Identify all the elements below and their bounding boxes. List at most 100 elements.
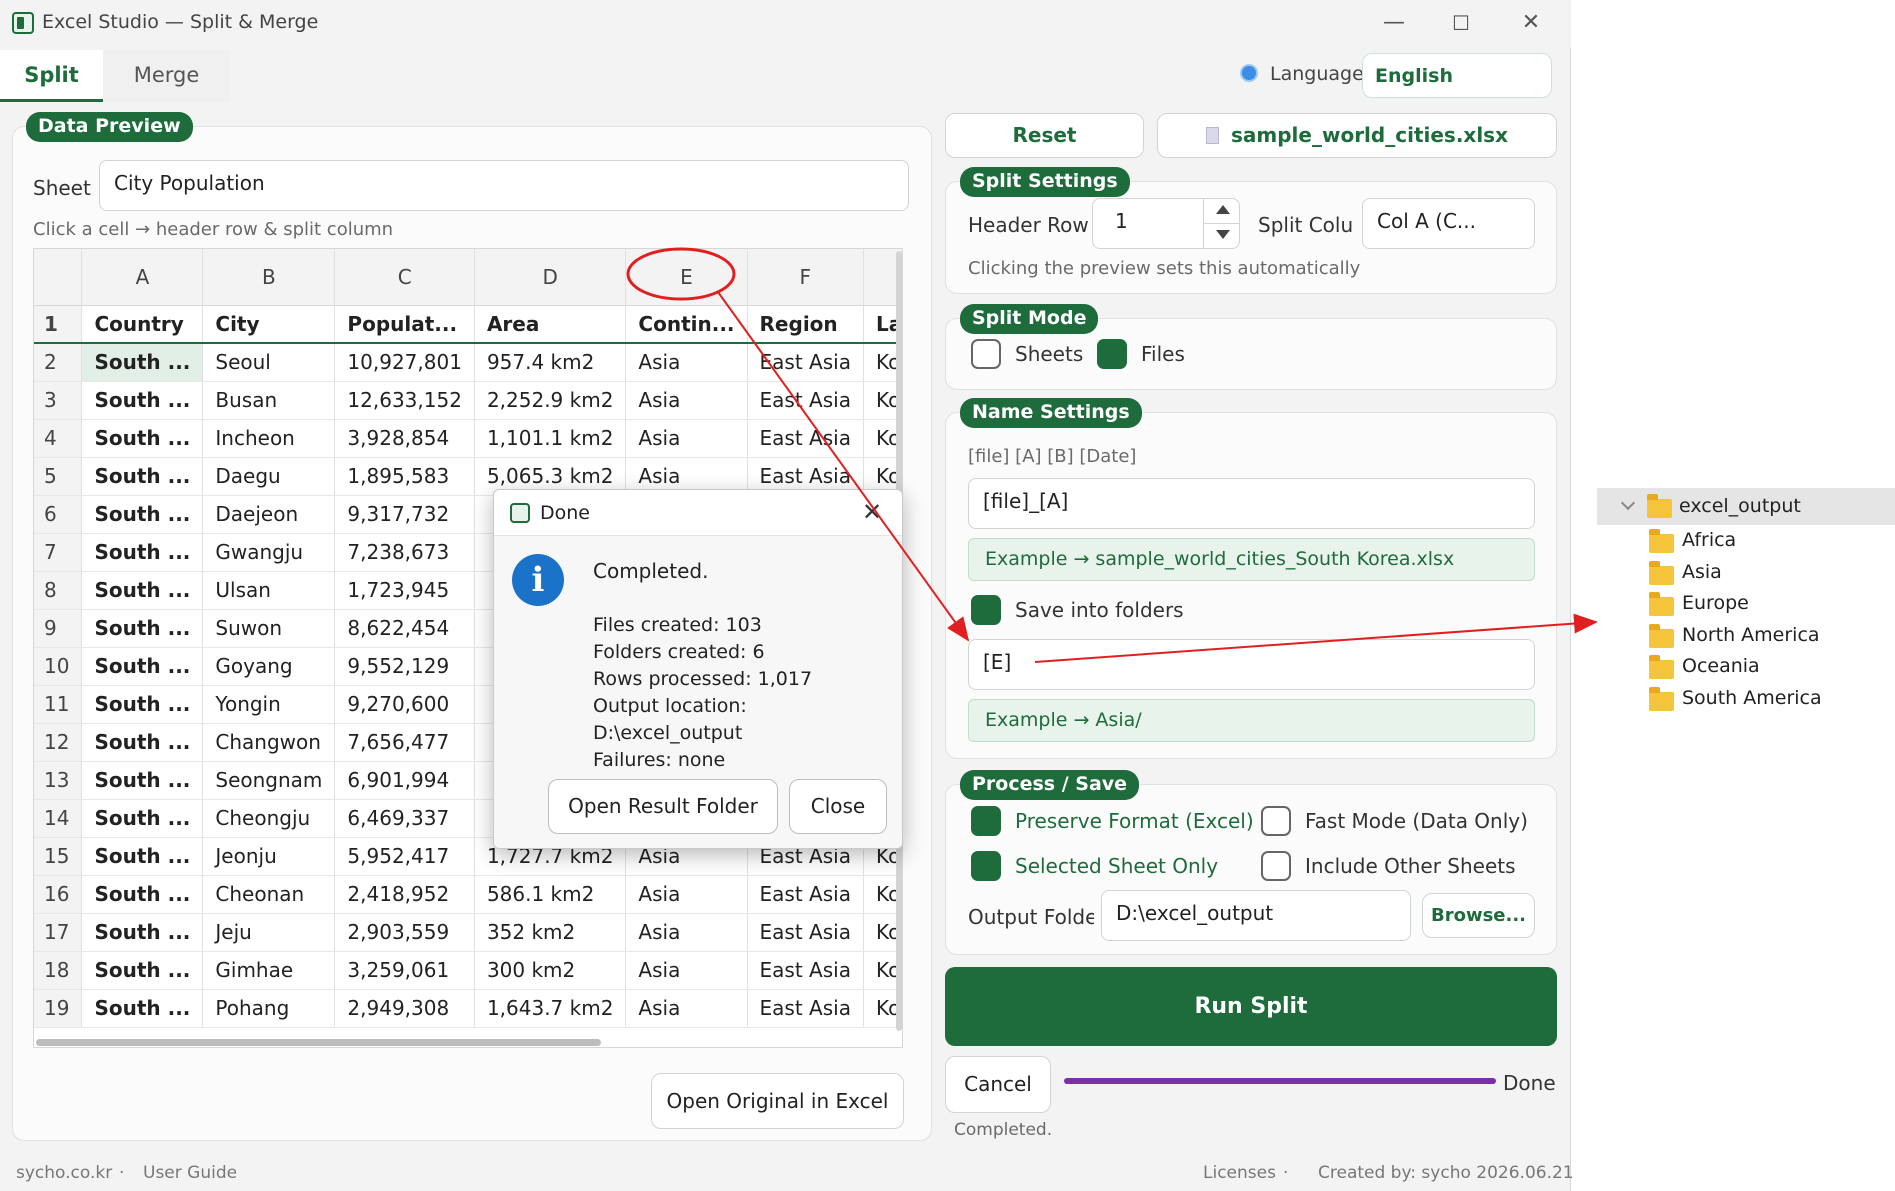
table-cell[interactable]: Seongnam bbox=[202, 761, 336, 800]
explorer-folder-item[interactable]: Africa bbox=[1597, 525, 1895, 556]
table-cell[interactable]: South ... bbox=[81, 609, 204, 648]
table-cell[interactable]: Asia bbox=[625, 951, 748, 990]
sheet-select[interactable]: City Population bbox=[99, 160, 909, 211]
table-cell[interactable]: 6,901,994 bbox=[334, 761, 475, 800]
column-header[interactable]: A bbox=[81, 249, 204, 306]
save-into-folders-checkbox[interactable] bbox=[971, 595, 1001, 625]
table-cell[interactable]: South ... bbox=[81, 761, 204, 800]
row-number[interactable]: 16 bbox=[34, 875, 83, 914]
file-name-pattern-input[interactable]: [file]_[A] bbox=[968, 478, 1535, 529]
explorer-folder-item[interactable]: South America bbox=[1597, 683, 1895, 714]
table-cell[interactable]: Busan bbox=[202, 381, 336, 420]
table-cell[interactable]: Changwon bbox=[202, 723, 336, 762]
table-cell[interactable]: 1,643.7 km2 bbox=[474, 989, 627, 1028]
header-cell[interactable]: City bbox=[202, 305, 336, 344]
row-number[interactable]: 14 bbox=[34, 799, 83, 838]
table-cell[interactable]: 957.4 km2 bbox=[474, 343, 627, 382]
table-cell[interactable]: 2,903,559 bbox=[334, 913, 475, 952]
table-cell[interactable]: Jeonju bbox=[202, 837, 336, 876]
table-cell[interactable]: South ... bbox=[81, 647, 204, 686]
cancel-button[interactable]: Cancel bbox=[945, 1056, 1051, 1113]
table-cell[interactable]: Cheonan bbox=[202, 875, 336, 914]
table-cell[interactable]: Asia bbox=[625, 913, 748, 952]
maximize-icon[interactable]: ☐ bbox=[1441, 8, 1481, 38]
row-number[interactable]: 8 bbox=[34, 571, 83, 610]
header-cell[interactable]: Area bbox=[474, 305, 627, 344]
run-split-button[interactable]: Run Split bbox=[945, 967, 1557, 1046]
table-cell[interactable]: Asia bbox=[625, 875, 748, 914]
explorer-folder-item[interactable]: Oceania bbox=[1597, 651, 1895, 682]
table-cell[interactable]: Asia bbox=[625, 989, 748, 1028]
row-number[interactable]: 17 bbox=[34, 913, 83, 952]
table-cell[interactable]: 1,101.1 km2 bbox=[474, 419, 627, 458]
tab-split[interactable]: Split bbox=[0, 50, 103, 102]
explorer-root-row[interactable]: excel_output bbox=[1597, 488, 1895, 525]
table-cell[interactable]: 1,895,583 bbox=[334, 457, 475, 496]
fast-mode-checkbox[interactable] bbox=[1261, 806, 1291, 836]
table-cell[interactable]: 2,949,308 bbox=[334, 989, 475, 1028]
table-cell[interactable]: South ... bbox=[81, 533, 204, 572]
table-cell[interactable]: South ... bbox=[81, 723, 204, 762]
table-cell[interactable]: Ulsan bbox=[202, 571, 336, 610]
table-cell[interactable]: South ... bbox=[81, 495, 204, 534]
table-cell[interactable]: South ... bbox=[81, 457, 204, 496]
row-number[interactable]: 4 bbox=[34, 419, 83, 458]
table-cell[interactable]: 9,270,600 bbox=[334, 685, 475, 724]
table-cell[interactable]: Suwon bbox=[202, 609, 336, 648]
table-cell[interactable]: Daegu bbox=[202, 457, 336, 496]
table-cell[interactable]: South ... bbox=[81, 989, 204, 1028]
table-cell[interactable]: 3,259,061 bbox=[334, 951, 475, 990]
open-result-folder-button[interactable]: Open Result Folder bbox=[548, 779, 778, 834]
column-header[interactable]: D bbox=[474, 249, 627, 306]
folder-pattern-input[interactable]: [E] bbox=[968, 639, 1535, 690]
table-cell[interactable]: Goyang bbox=[202, 647, 336, 686]
stepper-up-icon[interactable] bbox=[1216, 205, 1230, 214]
chevron-down-icon[interactable] bbox=[1620, 495, 1636, 511]
header-cell[interactable]: Region bbox=[747, 305, 864, 344]
preserve-format-checkbox[interactable] bbox=[971, 806, 1001, 836]
table-cell[interactable]: East Asia bbox=[747, 989, 864, 1028]
table-cell[interactable]: South ... bbox=[81, 799, 204, 838]
table-cell[interactable]: South ... bbox=[81, 875, 204, 914]
dialog-close-button[interactable]: Close bbox=[789, 779, 887, 834]
files-checkbox[interactable] bbox=[1097, 339, 1127, 369]
table-cell[interactable]: Yongin bbox=[202, 685, 336, 724]
table-cell[interactable]: 9,552,129 bbox=[334, 647, 475, 686]
row-number[interactable]: 15 bbox=[34, 837, 83, 876]
selected-sheet-only-checkbox[interactable] bbox=[971, 851, 1001, 881]
minimize-icon[interactable]: — bbox=[1374, 8, 1414, 38]
table-cell[interactable]: South ... bbox=[81, 685, 204, 724]
table-cell[interactable]: 6,469,337 bbox=[334, 799, 475, 838]
header-cell[interactable]: Country bbox=[81, 305, 204, 344]
table-cell[interactable]: South ... bbox=[81, 913, 204, 952]
row-number[interactable]: 7 bbox=[34, 533, 83, 572]
table-cell[interactable]: 8,622,454 bbox=[334, 609, 475, 648]
footer-site-link[interactable]: sycho.co.kr bbox=[16, 1163, 112, 1183]
table-cell[interactable]: Gimhae bbox=[202, 951, 336, 990]
table-cell[interactable]: 5,952,417 bbox=[334, 837, 475, 876]
explorer-folder-item[interactable]: North America bbox=[1597, 620, 1895, 651]
header-cell[interactable]: Populat... bbox=[334, 305, 475, 344]
table-cell[interactable]: 12,633,152 bbox=[334, 381, 475, 420]
table-cell[interactable]: 7,238,673 bbox=[334, 533, 475, 572]
table-cell[interactable]: East Asia bbox=[747, 419, 864, 458]
table-cell[interactable]: East Asia bbox=[747, 343, 864, 382]
row-number[interactable]: 5 bbox=[34, 457, 83, 496]
row-number[interactable]: 18 bbox=[34, 951, 83, 990]
table-cell[interactable]: Asia bbox=[625, 343, 748, 382]
table-cell[interactable]: East Asia bbox=[747, 381, 864, 420]
table-cell[interactable]: 352 km2 bbox=[474, 913, 627, 952]
table-cell[interactable]: 10,927,801 bbox=[334, 343, 475, 382]
column-header[interactable]: B bbox=[202, 249, 336, 306]
row-number[interactable]: 11 bbox=[34, 685, 83, 724]
output-folder-input[interactable]: D:\excel_output bbox=[1101, 890, 1411, 941]
table-cell[interactable]: 586.1 km2 bbox=[474, 875, 627, 914]
sheets-checkbox[interactable] bbox=[971, 339, 1001, 369]
user-guide-link[interactable]: User Guide bbox=[143, 1163, 237, 1183]
table-cell[interactable]: Incheon bbox=[202, 419, 336, 458]
row-number[interactable]: 10 bbox=[34, 647, 83, 686]
explorer-folder-item[interactable]: Europe bbox=[1597, 588, 1895, 619]
column-header[interactable]: E bbox=[625, 249, 748, 306]
table-cell[interactable]: 7,656,477 bbox=[334, 723, 475, 762]
column-header[interactable]: C bbox=[334, 249, 475, 306]
